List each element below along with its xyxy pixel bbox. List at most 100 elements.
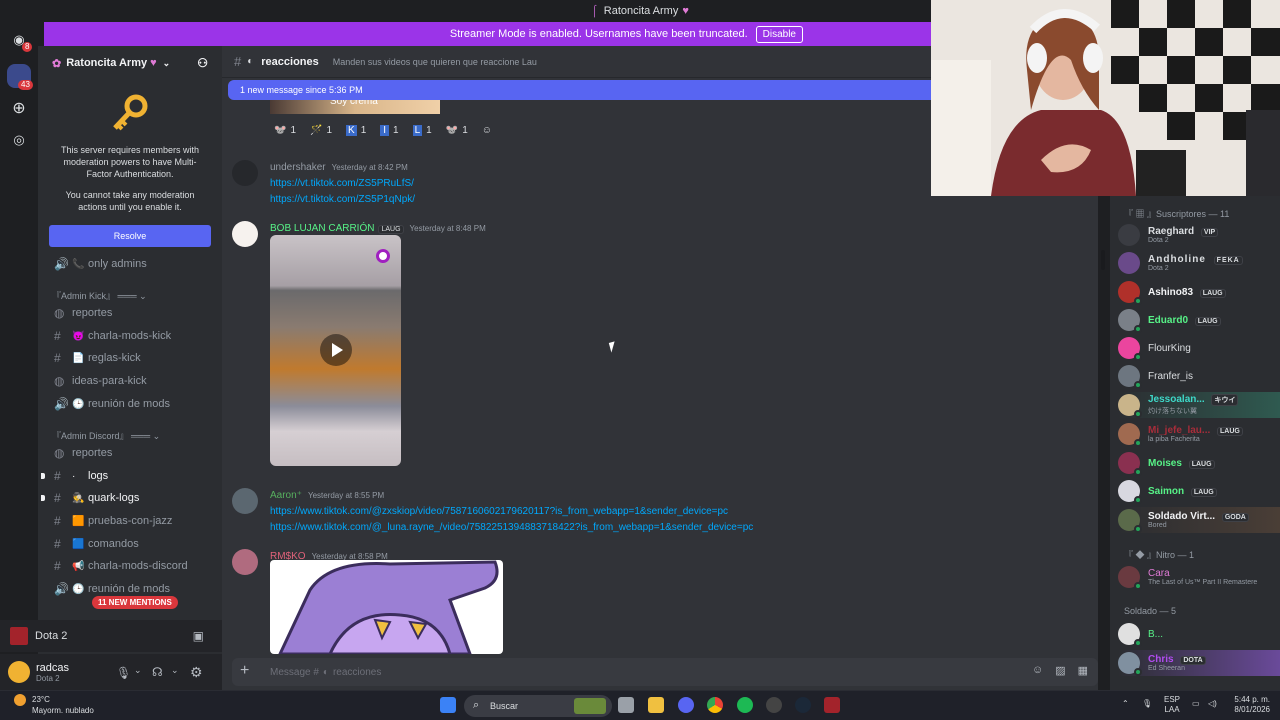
headphones-icon[interactable]: ☊: [152, 665, 163, 679]
reaction[interactable]: L1: [409, 121, 436, 139]
hash-icon: #: [234, 54, 242, 69]
channel-logs[interactable]: # · logs: [38, 466, 222, 486]
message-link[interactable]: https://www.tiktok.com/@zxskiop/video/75…: [270, 506, 753, 517]
reaction[interactable]: I1: [376, 121, 402, 139]
explore-icon[interactable]: ◎: [7, 128, 31, 152]
obs-icon[interactable]: [766, 697, 782, 713]
category-admin-discord[interactable]: 『Admin Discord』 ═══ ⌄: [52, 429, 160, 442]
add-server-icon[interactable]: ⊕: [7, 96, 31, 120]
start-icon[interactable]: [440, 697, 456, 713]
channel-pruebas-con-jazz[interactable]: # 🟧 pruebas-con-jazz: [38, 511, 222, 531]
channel-reglas-kick[interactable]: # 📄 reglas-kick: [38, 348, 222, 368]
chevron-down-icon[interactable]: ⌄: [163, 58, 171, 69]
user-status: Dota 2: [36, 673, 60, 683]
channel-ideas-para-kick[interactable]: ◍ ideas-para-kick: [38, 371, 222, 391]
resolve-button[interactable]: Resolve: [49, 225, 211, 247]
search-input[interactable]: ⌕ Buscar: [464, 695, 612, 717]
member-item[interactable]: Cara The Last of Us™ Part II Remastere: [1118, 564, 1280, 590]
video-embed[interactable]: [270, 235, 401, 466]
spotify-icon[interactable]: [737, 697, 753, 713]
member-item[interactable]: Raeghard VIP Dota 2: [1118, 222, 1280, 248]
channel-comandos[interactable]: # 🟦 comandos: [38, 534, 222, 554]
avatar[interactable]: [232, 549, 258, 575]
message-author[interactable]: BOB LUJAN CARRIÓN: [270, 223, 374, 234]
avatar[interactable]: [232, 221, 258, 247]
language-indicator[interactable]: ESP LAA: [1164, 695, 1180, 715]
channel-quark-logs[interactable]: # 🕵 quark-logs: [38, 488, 222, 508]
webcam-overlay: [931, 0, 1280, 196]
channel-reportes[interactable]: ◍ reportes: [38, 303, 222, 323]
file-explorer-icon[interactable]: [648, 697, 664, 713]
chevron-down-icon[interactable]: ⌄: [171, 665, 179, 676]
apps-icon[interactable]: ▦: [1078, 664, 1088, 677]
channel-reunion-de-mods[interactable]: 🔊 🕒 reunión de mods: [38, 394, 222, 414]
chevron-up-icon[interactable]: ⌃: [1122, 699, 1129, 709]
add-reaction-icon[interactable]: ☺: [478, 121, 496, 139]
volume-icon[interactable]: ◁): [1208, 699, 1217, 709]
steam-icon[interactable]: [795, 697, 811, 713]
mic-icon[interactable]: 🎙: [116, 666, 131, 680]
message-link[interactable]: https://www.tiktok.com/@_luna.rayne_/vid…: [270, 522, 753, 533]
play-icon[interactable]: [320, 334, 352, 366]
channel-emoji-icon: ◐: [322, 666, 329, 678]
member-item[interactable]: Moises LAUG: [1118, 450, 1280, 476]
member-item[interactable]: Eduard0 LAUG: [1118, 307, 1280, 333]
member-item[interactable]: Chris DOTA Ed Sheeran: [1118, 650, 1280, 676]
scrollbar-thumb[interactable]: [1101, 250, 1105, 270]
forum-icon: ◍: [54, 374, 65, 388]
screen-icon[interactable]: ▣: [193, 629, 204, 643]
channel-only-admins[interactable]: 🔊 📞 only admins: [38, 254, 222, 274]
invite-icon[interactable]: ⚇: [197, 56, 208, 70]
sticker-icon[interactable]: ▨: [1055, 664, 1065, 677]
dota-icon[interactable]: [824, 697, 840, 713]
message-input[interactable]: Message # ◐ reacciones: [232, 658, 1098, 686]
dota-icon: [10, 627, 28, 645]
chevron-down-icon[interactable]: ⌄: [134, 665, 142, 676]
unread-indicator: [41, 495, 45, 501]
emoji-icon[interactable]: ☺: [1032, 664, 1043, 677]
new-messages-bar[interactable]: 1 new message since 5:36 PM: [228, 80, 931, 100]
member-item[interactable]: Jessoalan... キウイ 灼け落ちない翼: [1118, 392, 1280, 418]
channel-reportes-2[interactable]: ◍ reportes: [38, 443, 222, 463]
discord-icon[interactable]: [678, 697, 694, 713]
member-item[interactable]: B...: [1118, 621, 1280, 647]
member-item[interactable]: FlourKing: [1118, 335, 1280, 361]
member-item[interactable]: Ashino83 LAUG: [1118, 279, 1280, 305]
plus-icon[interactable]: +: [240, 662, 249, 680]
member-item[interactable]: Saimon LAUG: [1118, 478, 1280, 504]
message-author[interactable]: undershaker: [270, 162, 326, 173]
channel-charla-mods-kick[interactable]: # 😈 charla-mods-kick: [38, 326, 222, 346]
hash-icon: #: [54, 351, 61, 365]
category-admin-kick[interactable]: 『Admin Kick』 ═══ ⌄: [52, 289, 147, 302]
avatar: [1118, 252, 1140, 274]
avatar[interactable]: [8, 661, 30, 683]
weather-widget[interactable]: 23°C Mayorm. nublado: [32, 694, 94, 716]
avatar[interactable]: [232, 160, 258, 186]
clock[interactable]: 5:44 p. m. 8/01/2026: [1226, 695, 1270, 715]
sticker-image[interactable]: [270, 560, 503, 654]
mic-icon[interactable]: 🎙: [1142, 699, 1152, 709]
gear-icon[interactable]: ⚙: [190, 664, 203, 681]
avatar: [1118, 652, 1142, 676]
message-link[interactable]: https://vt.tiktok.com/ZS5PRuLfS/: [270, 178, 415, 189]
reaction[interactable]: K1: [342, 121, 370, 139]
disable-button[interactable]: Disable: [755, 25, 803, 43]
avatar[interactable]: [232, 488, 258, 514]
task-view-icon[interactable]: [618, 697, 634, 713]
reaction[interactable]: 🐭 1: [270, 121, 300, 139]
member-item[interactable]: Franfer_is: [1118, 363, 1280, 389]
reaction[interactable]: 🐭 1: [442, 121, 472, 139]
channel-topic[interactable]: Manden sus videos que quieren que reacci…: [333, 57, 537, 67]
server-header[interactable]: ✿ Ratoncita Army ♥ ⌄ ⚇: [38, 46, 222, 80]
channel-charla-mods-discord[interactable]: # 📢 charla-mods-discord: [38, 556, 222, 576]
reaction[interactable]: 🪄 1: [306, 121, 336, 139]
member-item[interactable]: Soldado Virt... GODA Bored: [1118, 507, 1280, 533]
network-icon[interactable]: ▭: [1192, 699, 1200, 709]
message-link[interactable]: https://vt.tiktok.com/ZS5P1qNpk/: [270, 194, 415, 205]
member-item[interactable]: Andholine FEKA Dota 2: [1118, 250, 1280, 276]
dm-badge: 8: [22, 42, 33, 52]
message-author[interactable]: Aaron⁺: [270, 490, 302, 501]
new-mentions-pill[interactable]: 11 NEW MENTIONS: [92, 596, 178, 609]
chrome-icon[interactable]: [707, 697, 723, 713]
member-item[interactable]: Mi_jefe_lau... LAUG la piba Facherita: [1118, 421, 1280, 447]
